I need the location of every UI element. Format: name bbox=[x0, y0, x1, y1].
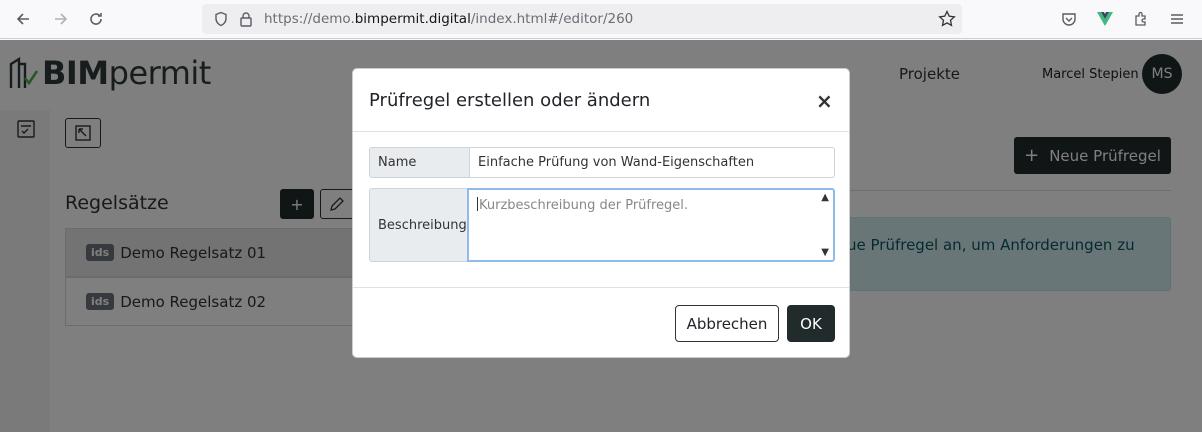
name-label: Name bbox=[369, 147, 469, 178]
modal-header: Prüfregel erstellen oder ändern × bbox=[353, 69, 849, 132]
scroll-down-icon[interactable]: ▼ bbox=[821, 247, 829, 258]
name-field[interactable]: Einfache Prüfung von Wand-Eigenschaften bbox=[469, 147, 835, 178]
browser-toolbar: https://demo.bimpermit.digital/index.htm… bbox=[0, 0, 1202, 39]
shield-icon[interactable] bbox=[210, 8, 232, 30]
text-caret bbox=[477, 197, 478, 211]
menu-icon[interactable] bbox=[1166, 8, 1188, 30]
description-placeholder: Kurzbeschreibung der Prüfregel. bbox=[479, 198, 689, 213]
close-icon[interactable]: × bbox=[816, 89, 833, 113]
scroll-up-icon[interactable]: ▲ bbox=[821, 192, 829, 203]
extensions-icon[interactable] bbox=[1130, 8, 1152, 30]
modal-footer: Abbrechen OK bbox=[353, 287, 849, 359]
back-icon[interactable] bbox=[12, 8, 34, 30]
reload-icon[interactable] bbox=[85, 8, 107, 30]
description-textarea[interactable]: Kurzbeschreibung der Prüfregel. ▲ ▼ bbox=[467, 188, 835, 262]
url-bar[interactable]: https://demo.bimpermit.digital/index.htm… bbox=[202, 4, 962, 34]
description-label: Beschreibung bbox=[369, 188, 467, 262]
rule-dialog: Prüfregel erstellen oder ändern × Name E… bbox=[352, 68, 850, 358]
lock-icon[interactable] bbox=[235, 8, 257, 30]
url-text[interactable]: https://demo.bimpermit.digital/index.htm… bbox=[264, 11, 633, 27]
pocket-icon[interactable] bbox=[1058, 8, 1080, 30]
forward-icon[interactable] bbox=[50, 8, 72, 30]
description-field-row: Beschreibung Kurzbeschreibung der Prüfre… bbox=[369, 188, 835, 262]
vue-devtools-icon[interactable] bbox=[1094, 8, 1116, 30]
bookmark-star-icon[interactable] bbox=[936, 8, 958, 30]
ok-button[interactable]: OK bbox=[787, 305, 835, 342]
cancel-button[interactable]: Abbrechen bbox=[675, 305, 779, 342]
name-field-row: Name Einfache Prüfung von Wand-Eigenscha… bbox=[369, 147, 835, 178]
modal-title: Prüfregel erstellen oder ändern bbox=[369, 90, 651, 111]
